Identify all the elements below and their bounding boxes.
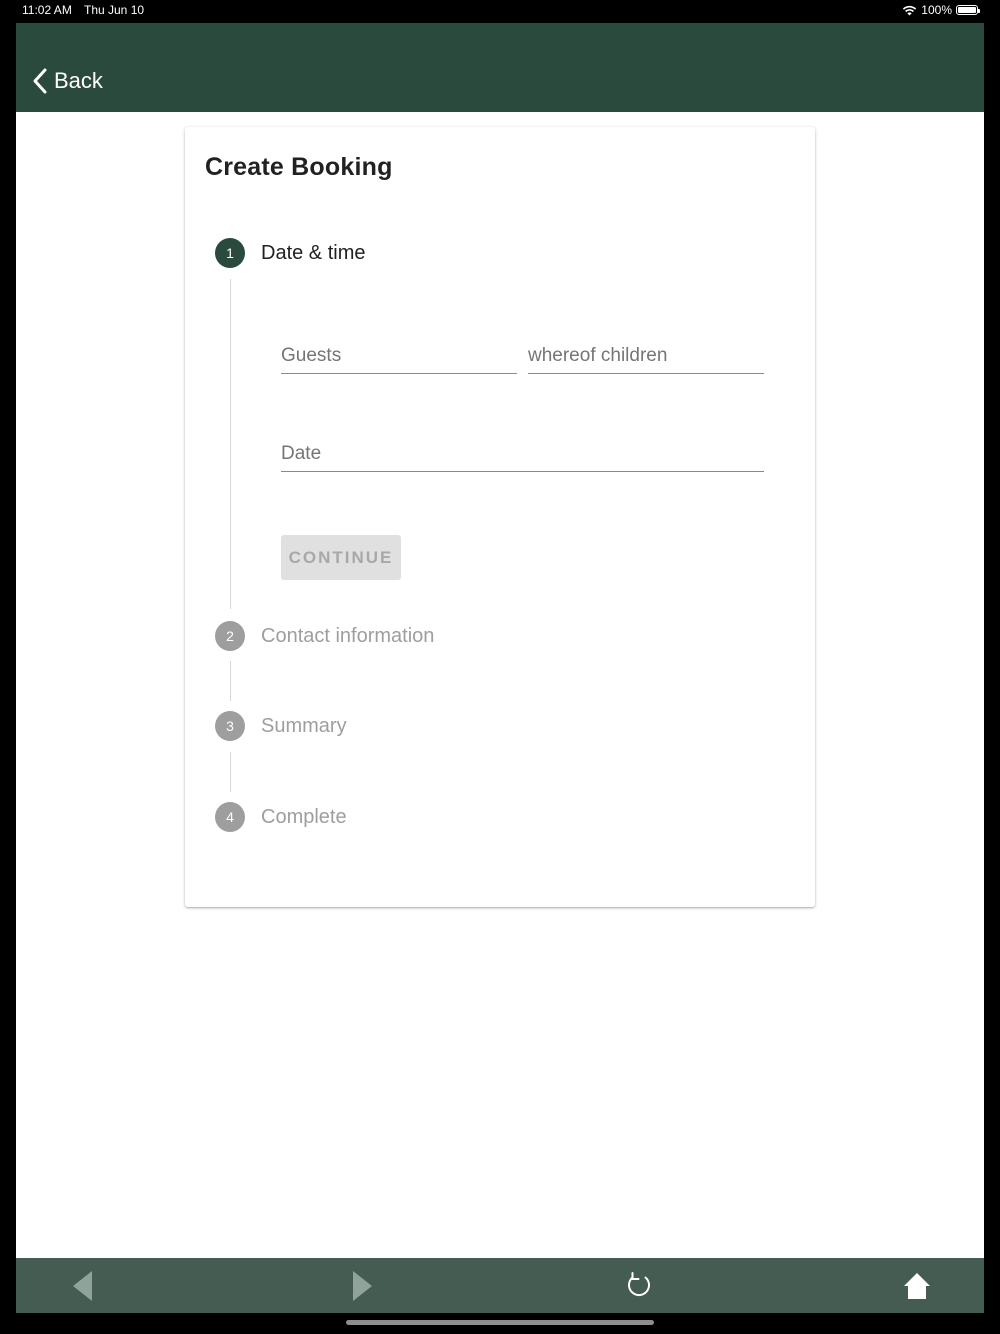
step-1-label[interactable]: Date & time [261, 238, 365, 268]
home-indicator[interactable] [346, 1320, 654, 1325]
home-button[interactable] [887, 1258, 947, 1313]
step-connector [230, 279, 231, 609]
refresh-button[interactable] [609, 1258, 669, 1313]
back-button[interactable]: Back [32, 65, 103, 97]
back-arrow-icon [73, 1270, 92, 1301]
step-connector [230, 752, 231, 792]
battery-icon [956, 5, 980, 15]
step-2-label[interactable]: Contact information [261, 621, 434, 651]
forward-arrow-icon [353, 1270, 372, 1301]
children-field [528, 345, 764, 374]
battery-percentage: 100% [921, 3, 952, 17]
step-4-indicator: 4 [215, 802, 245, 832]
page-title: Create Booking [205, 153, 393, 181]
date-field [281, 443, 764, 472]
wifi-icon [903, 5, 917, 15]
step-1-indicator: 1 [215, 238, 245, 268]
chevron-left-icon [33, 68, 47, 94]
status-bar: 11:02 AM Thu Jun 10 100% [0, 0, 1000, 22]
step-3-indicator: 3 [215, 711, 245, 741]
home-icon [904, 1272, 930, 1299]
app-window: Back Create Booking 1 Date & time CONTIN… [16, 23, 984, 1313]
battery-fill [958, 7, 976, 13]
step-4-label[interactable]: Complete [261, 802, 347, 832]
children-input[interactable] [528, 345, 764, 373]
step-2-indicator: 2 [215, 621, 245, 651]
nav-back-button[interactable] [53, 1258, 113, 1313]
app-header: Back [16, 23, 984, 112]
back-label: Back [54, 68, 103, 93]
refresh-icon [628, 1271, 650, 1296]
bottom-toolbar [16, 1258, 984, 1313]
status-indicators: 100% [902, 3, 980, 17]
status-date: Thu Jun 10 [84, 3, 145, 17]
step-3-label[interactable]: Summary [261, 711, 347, 741]
step-connector [230, 661, 231, 701]
nav-forward-button[interactable] [332, 1258, 392, 1313]
status-time: 11:02 AM [22, 3, 72, 17]
continue-button[interactable]: CONTINUE [281, 535, 401, 580]
date-input[interactable] [281, 443, 764, 471]
guests-field [281, 345, 517, 374]
guests-input[interactable] [281, 345, 517, 373]
booking-card: Create Booking 1 Date & time CONTINUE 2 … [185, 127, 815, 907]
